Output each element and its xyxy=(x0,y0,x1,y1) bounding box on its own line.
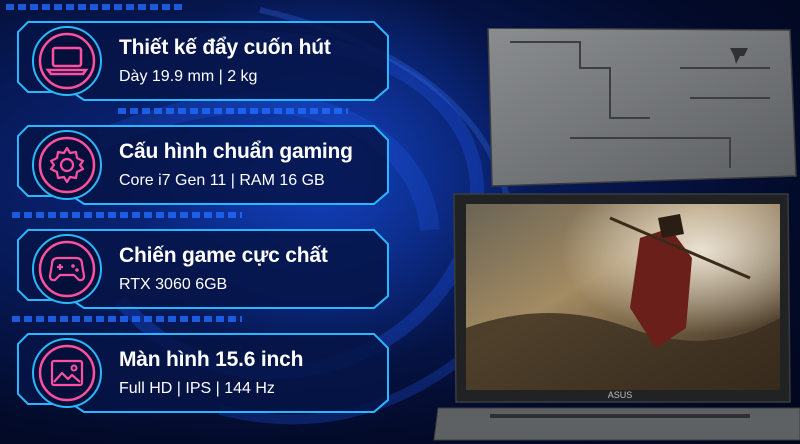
dash-divider xyxy=(12,212,242,218)
laptop-product-image: ASUS xyxy=(433,28,800,441)
feature-title: Cấu hình chuẩn gaming xyxy=(119,140,353,163)
feature-subtitle: Dày 19.9 mm | 2 kg xyxy=(119,68,258,85)
feature-card-gaming: Chiến game cực chất RTX 3060 6GB xyxy=(14,224,394,312)
gamepad-icon xyxy=(38,240,96,298)
feature-card-design: Thiết kế đẩy cuốn hút Dày 19.9 mm | 2 kg xyxy=(14,16,394,104)
image-icon xyxy=(38,344,96,402)
feature-subtitle: Full HD | IPS | 144 Hz xyxy=(119,380,275,397)
feature-subtitle: RTX 3060 6GB xyxy=(119,276,228,293)
feature-title: Chiến game cực chất xyxy=(119,244,328,267)
feature-subtitle: Core i7 Gen 11 | RAM 16 GB xyxy=(119,172,325,189)
feature-title: Màn hình 15.6 inch xyxy=(119,348,304,371)
brand-logo: ASUS xyxy=(608,390,633,400)
feature-card-display: Màn hình 15.6 inch Full HD | IPS | 144 H… xyxy=(14,328,394,416)
laptop-lid xyxy=(487,28,797,187)
laptop-icon xyxy=(38,32,96,90)
feature-card-performance: Cấu hình chuẩn gaming Core i7 Gen 11 | R… xyxy=(14,120,394,208)
dash-divider xyxy=(12,316,242,322)
feature-title: Thiết kế đẩy cuốn hút xyxy=(119,36,331,59)
dash-divider xyxy=(118,108,348,114)
dash-divider xyxy=(6,4,186,10)
gear-icon xyxy=(38,136,96,194)
